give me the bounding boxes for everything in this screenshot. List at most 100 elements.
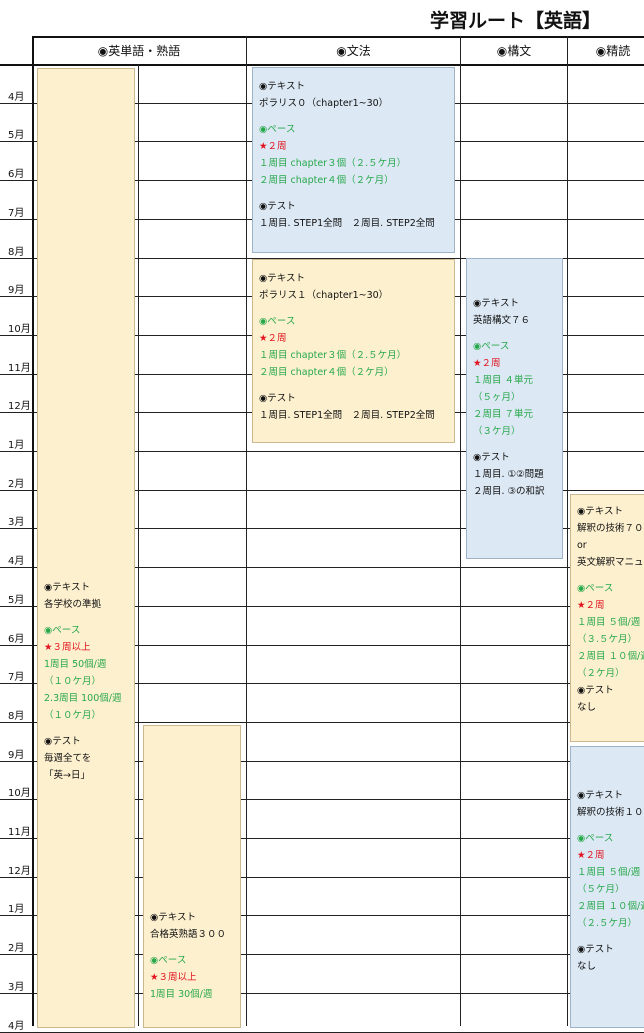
month-label: 9月 [8, 285, 25, 296]
plan-line: ◉テキスト [44, 582, 91, 593]
month-label: 11月 [8, 363, 31, 374]
month-label: 8月 [8, 247, 25, 258]
plan-line: ◉テスト [259, 393, 296, 404]
plan-line: 各学校の準拠 [44, 599, 102, 610]
plan-line: ★３周以上 [150, 972, 197, 983]
plan-line: ポラリス１（chapter1~30） [259, 290, 389, 301]
plan-line: ◉ペース [577, 833, 614, 844]
reading-plan-technique100: ◉テキスト解釈の技術１００ ◉ペース ★２周 １周目 ５個/週 （５ケ月） ２周目 １０個… [570, 746, 644, 1028]
grammar-plan-polaris0: ◉テキスト ポラリス０（chapter1~30） ◉ペース ★２周 １周目 chapte… [252, 67, 455, 253]
month-label: 12月 [8, 401, 31, 412]
grammar-plan-polaris1: ◉テキスト ポラリス１（chapter1~30） ◉ペース ★２周 １周目 chapte… [252, 259, 455, 443]
month-label: 1月 [8, 904, 25, 915]
month-label: 10月 [8, 324, 31, 335]
column-header-close-reading: ◉精読 [595, 44, 631, 58]
header-bottom-border [0, 64, 644, 66]
month-label: 2月 [8, 479, 25, 490]
plan-line: （３.５ケ月） [577, 634, 638, 645]
month-label: 1月 [8, 440, 25, 451]
plan-line: ◉テキスト [577, 506, 624, 517]
plan-line: ２周目 １０個/週 [577, 651, 644, 662]
plan-line: （２ケ月） [577, 668, 625, 679]
month-label: 3月 [8, 982, 25, 993]
plan-line: ★２周 [577, 600, 605, 611]
plan-line: １周目 chapter３個（２.５ケ月） [259, 350, 407, 361]
column-header-grammar: ◉文法 [336, 44, 371, 58]
column-divider [138, 64, 139, 1026]
plan-line: なし [577, 702, 597, 713]
month-label: 2月 [8, 943, 25, 954]
plan-line: ２周目 chapter４個（２ケ月） [259, 367, 394, 378]
plan-line: （１０ケ月） [44, 710, 102, 721]
plan-line: ★２周 [259, 333, 287, 344]
plan-line: １周目. STEP1全問 ２周目. STEP2全問 [259, 410, 435, 421]
plan-line: 2.3周目 100個/週 [44, 693, 122, 704]
month-label: 4月 [8, 1021, 25, 1032]
plan-line: 1周目 30個/週 [150, 989, 213, 1000]
column-divider [567, 36, 568, 1026]
plan-line: ◉テキスト [577, 790, 624, 801]
plan-line: 「英→日」 [44, 770, 90, 781]
plan-line: ★３周以上 [44, 642, 91, 653]
plan-line: ２周目 ７単元 [473, 409, 534, 420]
month-label: 12月 [8, 866, 31, 877]
idiom-plan-300: ◉テキスト 合格英熟語３００ ◉ペース ★３周以上 1周目 30個/週 [143, 725, 241, 1028]
plan-line: 解釈の技術１００ [577, 807, 644, 818]
month-label: 4月 [8, 92, 25, 103]
month-label: 5月 [8, 595, 25, 606]
plan-line: 英文解釈マニュアル1.2 [577, 557, 644, 568]
plan-line: ◉テキスト [150, 912, 197, 923]
vocabulary-plan-textbook: ◉テキスト各学校の準拠 ◉ペース ★３周以上 1周目 50個/週 （１０ケ月） 2.3周目… [37, 68, 135, 1028]
plan-line: ★２周 [577, 850, 605, 861]
plan-line: ★２周 [259, 141, 287, 152]
plan-line: ◉テスト [473, 452, 510, 463]
plan-line: ２周目 １０個/週 [577, 901, 644, 912]
month-label: 6月 [8, 169, 25, 180]
plan-line: 解釈の技術７０ [577, 523, 644, 534]
plan-line: １周目. ①②問題 [473, 469, 544, 480]
plan-line: ◉ペース [473, 341, 510, 352]
plan-line: １周目 ５個/週 [577, 867, 641, 878]
plan-line: ◉テキスト [473, 298, 520, 309]
month-label: 7月 [8, 208, 25, 219]
plan-line: ◉テキスト [259, 81, 306, 92]
column-header-vocabulary: ◉英単語・熟語 [97, 44, 181, 58]
column-header-syntax: ◉構文 [496, 44, 532, 58]
plan-line: ◉ペース [577, 583, 614, 594]
plan-line: ２周目 chapter４個（２ケ月） [259, 175, 394, 186]
syntax-plan: ◉テキスト 英語構文７６ ◉ペース ★２周 １周目 ４単元 （５ヶ月） ２周目 ７単元 （３ケ… [466, 258, 563, 559]
plan-line: ◉ペース [44, 625, 81, 636]
plan-line: 合格英熟語３００ [150, 929, 227, 940]
month-label: 10月 [8, 788, 31, 799]
plan-line: なし [577, 961, 597, 972]
plan-line: ◉テスト [44, 736, 81, 747]
plan-line: （５ケ月） [577, 884, 625, 895]
month-column-border [32, 36, 34, 1026]
plan-line: １周目. STEP1全問 ２周目. STEP2全問 [259, 218, 435, 229]
column-divider [246, 36, 247, 1026]
plan-line: １周目 chapter３個（２.５ケ月） [259, 158, 407, 169]
plan-line: 毎週全てを [44, 753, 92, 764]
plan-line: （１０ケ月） [44, 676, 102, 687]
plan-line: ◉テスト [259, 201, 296, 212]
plan-line: 1周目 50個/週 [44, 659, 107, 670]
page-title: 学習ルート【英語】 [430, 10, 602, 32]
month-label: 11月 [8, 827, 31, 838]
column-divider [460, 36, 461, 1026]
plan-line: ◉テスト [577, 944, 614, 955]
plan-line: １周目 ４単元 [473, 375, 534, 386]
plan-line: ◉テキスト [259, 273, 306, 284]
month-label: 3月 [8, 517, 25, 528]
month-label: 8月 [8, 711, 25, 722]
month-label: 7月 [8, 672, 25, 683]
plan-line: ２周目. ③の和訳 [473, 486, 545, 497]
plan-line: ◉テスト [577, 685, 614, 696]
